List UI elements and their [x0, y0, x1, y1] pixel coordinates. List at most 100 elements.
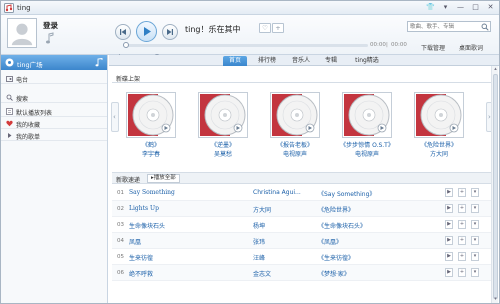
sidebar-item-favorites[interactable]: 我的收藏 — [1, 118, 107, 129]
avatar[interactable] — [7, 18, 37, 48]
row-more-button[interactable]: ▾ — [471, 236, 479, 245]
new-releases-title: 新碟上架 — [116, 76, 141, 83]
row-add-button[interactable]: + — [458, 188, 466, 197]
scroll-thumb[interactable] — [493, 74, 498, 299]
album-cover[interactable] — [126, 92, 176, 138]
album-artist[interactable]: 李宇春 — [122, 149, 180, 158]
row-add-button[interactable]: + — [458, 252, 466, 261]
cd-icon — [344, 94, 390, 136]
download-manager-link[interactable]: 下载管理 — [421, 43, 445, 52]
album-title[interactable]: 《逆墨》 — [194, 140, 252, 149]
tab-ting-picks[interactable]: ting精选 — [349, 56, 385, 66]
sidebar-item-label: 默认播放列表 — [16, 110, 53, 117]
menu-chevron-icon[interactable]: ▾ — [439, 2, 452, 13]
sidebar-item-label: 电台 — [16, 77, 29, 84]
row-play-button[interactable]: ▶ — [445, 236, 453, 245]
skin-icon[interactable]: 👕 — [424, 2, 437, 13]
progress-slider[interactable] — [123, 42, 368, 48]
album-title[interactable]: 《步步惊情 O.S.T》 — [338, 140, 396, 149]
tab-home[interactable]: 首页 — [223, 56, 247, 66]
table-row[interactable]: 02 Lights Up 方大同 《危险世界》 ▶ + ▾ — [112, 201, 494, 217]
song-artist[interactable]: 杨坤 — [253, 221, 313, 230]
row-play-button[interactable]: ▶ — [445, 204, 453, 213]
play-all-button[interactable]: ▸播放全部 — [147, 174, 180, 183]
row-add-button[interactable]: + — [458, 204, 466, 213]
song-album[interactable]: 《危险世界》 — [318, 205, 354, 214]
login-link[interactable]: 登录 — [43, 20, 58, 31]
previous-icon — [120, 29, 126, 35]
song-title[interactable]: 绝不呼救 — [129, 269, 153, 278]
search-icon — [6, 94, 13, 101]
next-button[interactable] — [162, 24, 178, 40]
table-row[interactable]: 04 凤凰 张玮 《凤凰》 ▶ + ▾ — [112, 233, 494, 249]
row-more-button[interactable]: ▾ — [471, 268, 479, 277]
sidebar-item-my-playlists[interactable]: 我的歌单 — [1, 130, 107, 141]
maximize-icon[interactable]: □ — [469, 2, 482, 13]
time-total: 00:00 — [391, 42, 407, 48]
row-play-button[interactable]: ▶ — [445, 268, 453, 277]
song-artist[interactable]: 金志文 — [253, 269, 313, 278]
song-title[interactable]: 生来彷徨 — [129, 253, 153, 262]
album-cover[interactable] — [270, 92, 320, 138]
song-album[interactable]: 《生命像块石头》 — [318, 221, 366, 230]
row-play-button[interactable]: ▶ — [445, 252, 453, 261]
sidebar-item-search[interactable]: 搜索 — [1, 92, 107, 103]
song-artist[interactable]: 汪峰 — [253, 253, 313, 262]
row-play-button[interactable]: ▶ — [445, 220, 453, 229]
search-input[interactable] — [410, 23, 478, 31]
song-album[interactable]: 《Say Something》 — [318, 189, 375, 198]
song-title[interactable]: Lights Up — [129, 205, 159, 212]
row-add-button[interactable]: + — [458, 268, 466, 277]
song-artist[interactable]: Christina Agui... — [253, 189, 313, 196]
table-row[interactable]: 01 Say Something Christina Agui... 《Say Som… — [112, 185, 494, 201]
album-cover[interactable] — [342, 92, 392, 138]
album-cover[interactable] — [198, 92, 248, 138]
album-artist[interactable]: 电视原声 — [338, 149, 396, 158]
add-button[interactable]: + — [272, 23, 284, 33]
close-icon[interactable]: ✕ — [484, 2, 497, 13]
table-row[interactable]: 06 绝不呼救 金志文 《梦想·家》 ▶ + ▾ — [112, 265, 494, 281]
song-title[interactable]: 生命像块石头 — [129, 221, 165, 230]
song-artist[interactable]: 方大同 — [253, 205, 313, 214]
row-play-button[interactable]: ▶ — [445, 188, 453, 197]
song-album[interactable]: 《生来彷徨》 — [318, 253, 354, 262]
sidebar-item-radio[interactable]: 电台 — [1, 73, 107, 84]
scrollbar[interactable]: ▴ ▾ — [491, 66, 498, 303]
table-row[interactable]: 05 生来彷徨 汪峰 《生来彷徨》 ▶ + ▾ — [112, 249, 494, 265]
search-icon[interactable] — [481, 23, 489, 31]
album-title[interactable]: 《鹤》 — [122, 140, 180, 149]
song-title[interactable]: Say Something — [129, 189, 175, 196]
album-cover[interactable] — [414, 92, 464, 138]
song-number: 05 — [117, 254, 124, 260]
carousel-prev-button[interactable]: ‹ — [111, 102, 119, 132]
song-title[interactable]: 凤凰 — [129, 237, 141, 246]
song-artist[interactable]: 张玮 — [253, 237, 313, 246]
row-add-button[interactable]: + — [458, 236, 466, 245]
row-more-button[interactable]: ▾ — [471, 188, 479, 197]
tab-albums[interactable]: 专辑 — [321, 56, 341, 66]
sidebar-item-default-playlist[interactable]: 默认播放列表 — [1, 106, 107, 117]
album-artist[interactable]: 方大同 — [410, 149, 468, 158]
song-album[interactable]: 《凤凰》 — [318, 237, 342, 246]
previous-button[interactable] — [115, 24, 131, 40]
album-artist[interactable]: 电视原声 — [266, 149, 324, 158]
song-album[interactable]: 《梦想·家》 — [318, 269, 350, 278]
tab-artists[interactable]: 音乐人 — [287, 56, 315, 66]
sidebar-item-ting-plaza[interactable]: ting广场 — [1, 55, 107, 70]
desktop-lyrics-link[interactable]: 桌面歌词 — [459, 43, 483, 52]
favorite-button[interactable]: ♡ — [259, 23, 271, 33]
album-title[interactable]: 《危险世界》 — [410, 140, 468, 149]
minimize-icon[interactable]: — — [454, 2, 467, 13]
row-add-button[interactable]: + — [458, 220, 466, 229]
tab-charts[interactable]: 排行榜 — [253, 56, 281, 66]
play-button[interactable] — [136, 21, 157, 42]
progress-handle[interactable] — [123, 42, 129, 48]
scroll-down-icon[interactable]: ▾ — [492, 296, 499, 303]
album-title[interactable]: 《报告老板》 — [266, 140, 324, 149]
album-artist[interactable]: 吴莫愁 — [194, 149, 252, 158]
table-row[interactable]: 03 生命像块石头 杨坤 《生命像块石头》 ▶ + ▾ — [112, 217, 494, 233]
row-more-button[interactable]: ▾ — [471, 220, 479, 229]
row-more-button[interactable]: ▾ — [471, 252, 479, 261]
row-more-button[interactable]: ▾ — [471, 204, 479, 213]
scroll-up-icon[interactable]: ▴ — [492, 66, 499, 73]
